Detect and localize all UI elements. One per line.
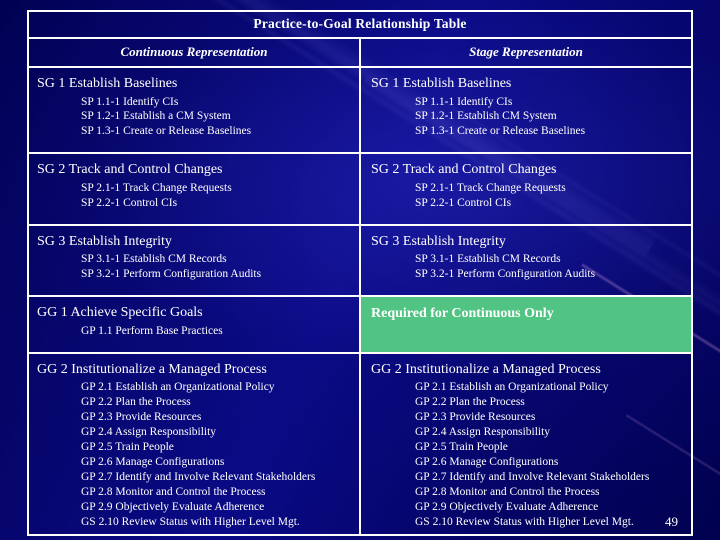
practice-to-goal-relationship-table: Practice-to-Goal Relationship Table Cont… [27, 10, 693, 537]
cell-spacer [361, 211, 691, 219]
goal-title: SG 3 Establish Integrity [371, 233, 506, 249]
practice-item: GP 2.3 Provide Resources [81, 410, 202, 423]
table-row: SG 3 Establish Integrity SP 3.1-1 Establi… [29, 225, 691, 298]
cell-spacer [29, 339, 359, 347]
page-number: 49 [665, 514, 678, 529]
practice-list: GP 1.1 Perform Base Practices [29, 324, 359, 339]
cell-spacer [361, 139, 691, 147]
table-cell-sg1-right: SG 1 Establish Baselines SP 1.1-1 Identif… [361, 68, 691, 152]
practice-item: SP 1.1-1 Identify CIs [415, 95, 513, 108]
practice-item: GP 2.6 Manage Configurations [81, 455, 225, 468]
table-cell-gg1-right: Required for Continuous Only [361, 297, 691, 352]
cell-spacer [361, 282, 691, 290]
table-row: SG 1 Establish Baselines SP 1.1-1 Identif… [29, 68, 691, 155]
goal-title: SG 3 Establish Integrity [37, 233, 172, 249]
practice-item: GP 2.4 Assign Responsibility [415, 425, 551, 438]
goal-title: SG 2 Track and Control Changes [37, 162, 223, 178]
practice-item: GP 2.9 Objectively Evaluate Adherence [415, 500, 599, 513]
practice-item: SP 2.2-1 Control CIs [415, 196, 512, 209]
practice-list: SP 3.1-1 Establish CM Records SP 3.2-1 Pe… [361, 252, 691, 282]
practice-item: SP 2.2-1 Control CIs [81, 196, 178, 209]
practice-item: GP 2.4 Assign Responsibility [81, 425, 217, 438]
practice-item: SP 1.3-1 Create or Release Baselines [415, 125, 586, 138]
practice-item: SP 3.1-1 Establish CM Records [415, 253, 561, 266]
practice-item: GP 2.1 Establish an Organizational Polic… [81, 381, 275, 394]
practice-item: GP 2.7 Identify and Involve Relevant Sta… [415, 470, 650, 483]
table-title: Practice-to-Goal Relationship Table [253, 16, 467, 31]
goal-title: GG 2 Institutionalize a Managed Process [371, 361, 601, 377]
practice-list: SP 3.1-1 Establish CM Records SP 3.2-1 Pe… [29, 252, 359, 282]
practice-item: SP 1.1-1 Identify CIs [81, 95, 179, 108]
table-header-row: Continuous Representation Stage Represen… [29, 39, 691, 68]
practice-item: GP 2.9 Objectively Evaluate Adherence [81, 500, 265, 513]
practice-item: SP 3.2-1 Perform Configuration Audits [415, 268, 596, 281]
practice-item: GP 1.1 Perform Base Practices [81, 324, 223, 337]
goal-title: SG 2 Track and Control Changes [371, 162, 557, 178]
cell-spacer [29, 211, 359, 219]
practice-list: SP 2.1-1 Track Change Requests SP 2.2-1 C… [29, 181, 359, 211]
practice-list: SP 1.1-1 Identify CIs SP 1.2-1 Establish … [29, 95, 359, 140]
practice-item: GP 2.2 Plan the Process [81, 396, 191, 409]
table-cell-gg2-left: GG 2 Institutionalize a Managed Process G… [29, 353, 361, 535]
table-body: SG 1 Establish Baselines SP 1.1-1 Identif… [29, 68, 691, 535]
table-title-row: Practice-to-Goal Relationship Table [29, 12, 691, 39]
table-row: GG 1 Achieve Specific Goals GP 1.1 Perfor… [29, 297, 691, 354]
practice-item: GP 2.1 Establish an Organizational Polic… [415, 381, 609, 394]
goal-title: SG 1 Establish Baselines [371, 76, 512, 91]
practice-item: SP 1.2-1 Establish a CM System [81, 110, 231, 123]
practice-item: GP 2.2 Plan the Process [415, 396, 525, 409]
practice-item: SP 1.3-1 Create or Release Baselines [81, 125, 252, 138]
column-header-continuous-representation: Continuous Representation [29, 39, 361, 66]
practice-item: GS 2.10 Review Status with Higher Level … [81, 515, 300, 528]
practice-list: GP 2.1 Establish an Organizational Polic… [361, 380, 691, 529]
practice-list: GP 2.1 Establish an Organizational Polic… [29, 380, 359, 529]
practice-list: SP 1.1-1 Identify CIs SP 1.2-1 Establish … [361, 95, 691, 140]
practice-item: SP 2.1-1 Track Change Requests [81, 181, 232, 194]
practice-item: SP 2.1-1 Track Change Requests [415, 181, 566, 194]
goal-title: GG 1 Achieve Specific Goals [37, 305, 203, 321]
practice-item: GP 2.8 Monitor and Control the Process [81, 485, 266, 498]
table-cell-sg2-right: SG 2 Track and Control Changes SP 2.1-1 T… [361, 154, 691, 223]
practice-item: GP 2.3 Provide Resources [415, 410, 536, 423]
practice-item: GP 2.7 Identify and Involve Relevant Sta… [81, 470, 316, 483]
practice-item: GP 2.6 Manage Configurations [415, 455, 559, 468]
goal-title: GG 2 Institutionalize a Managed Process [37, 361, 267, 377]
practice-list: SP 2.1-1 Track Change Requests SP 2.2-1 C… [361, 181, 691, 211]
practice-item: GP 2.8 Monitor and Control the Process [415, 485, 600, 498]
table-row: GG 2 Institutionalize a Managed Process G… [29, 353, 691, 535]
table-cell-gg2-right: GG 2 Institutionalize a Managed Process G… [361, 354, 691, 535]
required-for-continuous-only-label: Required for Continuous Only [371, 306, 554, 322]
practice-item: GP 2.5 Train People [81, 440, 174, 453]
practice-item: SP 1.2-1 Establish CM System [415, 110, 557, 123]
practice-item: SP 3.1-1 Establish CM Records [81, 253, 227, 266]
table-cell-sg1-left: SG 1 Establish Baselines SP 1.1-1 Identif… [29, 68, 361, 153]
practice-item: SP 3.2-1 Perform Configuration Audits [81, 268, 262, 281]
practice-item: GP 2.5 Train People [415, 440, 508, 453]
goal-title: SG 1 Establish Baselines [37, 76, 178, 91]
table-cell-gg1-left: GG 1 Achieve Specific Goals GP 1.1 Perfor… [29, 297, 361, 352]
cell-spacer [29, 282, 359, 290]
cell-spacer [29, 139, 359, 147]
slide-canvas: Practice-to-Goal Relationship Table Cont… [0, 0, 720, 540]
column-header-stage-representation: Stage Representation [469, 44, 583, 59]
table-cell-sg3-left: SG 3 Establish Integrity SP 3.1-1 Establi… [29, 225, 361, 296]
table-cell-sg2-left: SG 2 Track and Control Changes SP 2.1-1 T… [29, 154, 361, 224]
practice-item: GS 2.10 Review Status with Higher Level … [415, 515, 634, 528]
table-row: SG 2 Track and Control Changes SP 2.1-1 T… [29, 154, 691, 226]
table-cell-sg3-right: SG 3 Establish Integrity SP 3.1-1 Establi… [361, 226, 691, 295]
